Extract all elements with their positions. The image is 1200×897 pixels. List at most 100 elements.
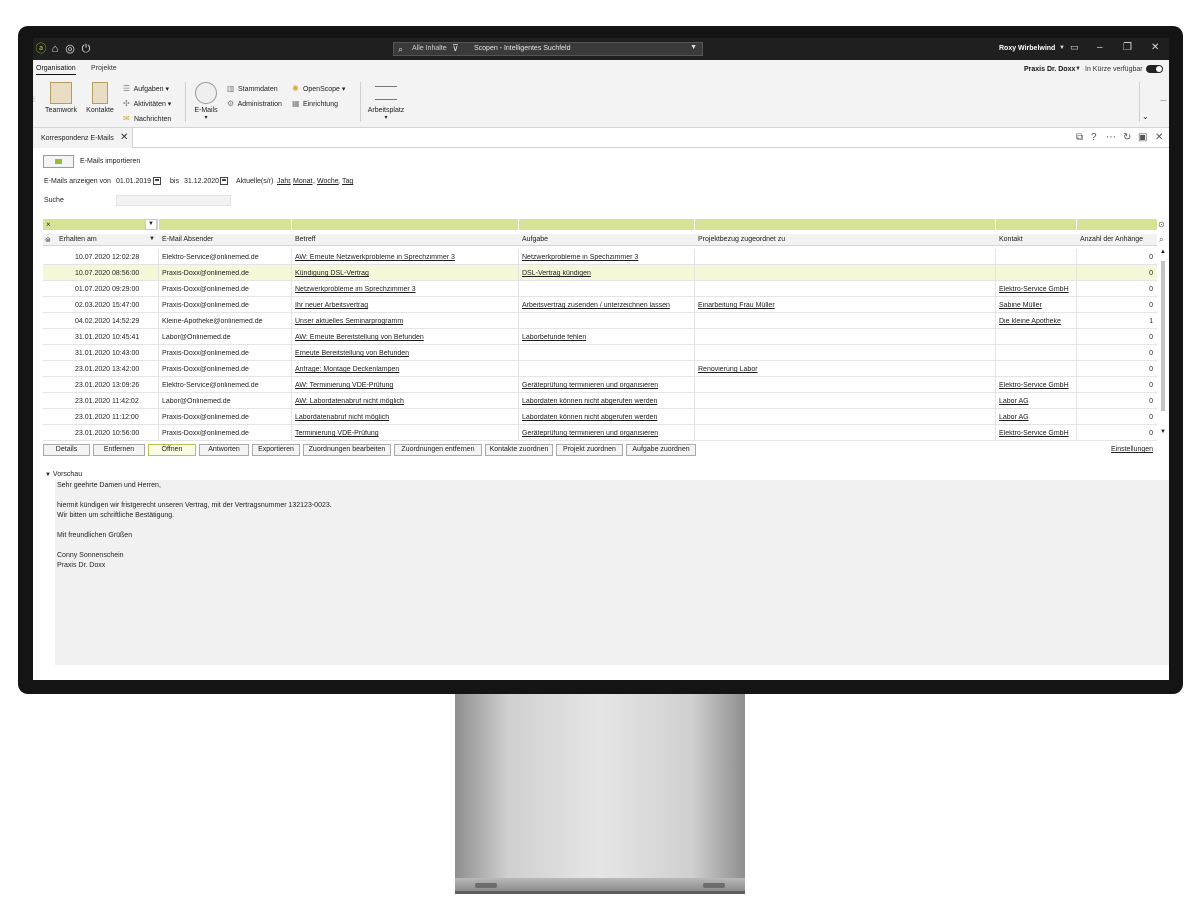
kontakte-button[interactable]: Kontakte [85,82,115,114]
grid-scrollbar[interactable]: ▲ ▼ [1159,249,1167,441]
refresh-icon[interactable]: ↻ [1123,132,1131,143]
restore-icon[interactable]: ❐ [1123,42,1132,53]
column-header-attachments[interactable]: Anzahl der Anhänge [1080,236,1143,243]
column-header-sender[interactable]: E-Mail Absender [162,236,213,243]
search-scope[interactable]: Alle Inhalte [412,45,447,52]
grid-search-input[interactable] [116,195,231,206]
calendar-icon[interactable] [153,177,161,185]
from-date-field[interactable]: 01.01.2019 [116,178,151,185]
help-ring-icon[interactable]: ◎ [64,43,76,55]
print-icon[interactable]: ⊜ [45,236,51,244]
column-header-task[interactable]: Aufgabe [522,236,548,243]
period-day-link[interactable]: Tag [342,178,353,185]
administration-button[interactable]: ⚙ Administration [227,99,282,108]
chevron-down-icon[interactable]: ▼ [690,44,697,51]
clear-filter-icon[interactable]: × [46,220,51,229]
column-header-project[interactable]: Projektbezug zugeordnet zu [698,236,785,243]
close-view-icon[interactable]: ✕ [1155,132,1163,143]
power-icon[interactable]: ⏻ [80,43,92,55]
table-row[interactable]: 23.01.2020 13:42:00 Praxis-Doxx@onlineme… [43,361,1157,377]
cell-subject-link[interactable]: Terminierung VDE-Prüfung [295,430,515,437]
assign-project-button[interactable]: Projekt zuordnen [556,444,623,456]
scrollbar-thumb[interactable] [1161,261,1165,411]
table-row[interactable]: 02.03.2020 15:47:00 Praxis-Doxx@onlineme… [43,297,1157,313]
to-date-field[interactable]: 31.12.2020 [184,178,219,185]
details-button[interactable]: Details [43,444,90,456]
period-month-link[interactable]: Monat [293,178,312,185]
aufgaben-button[interactable]: ☰ Aufgaben ▾ [123,84,169,93]
cell-task-link[interactable]: DSL-Vertrag kündigen [522,270,692,277]
cell-contact-link[interactable]: Die kleine Apotheke [999,318,1074,325]
app-logo-icon[interactable]: ⓐ [35,43,47,55]
tab-korrespondenz-emails[interactable]: Korrespondenz E-Mails ✕ [33,128,133,148]
assign-task-button[interactable]: Aufgabe zuordnen [626,444,696,456]
bag-icon[interactable]: ⌂ [49,43,61,55]
settings-link[interactable]: Einstellungen [1111,446,1153,453]
cell-task-link[interactable]: Arbeitsvertrag zusenden / unterzeichnen … [522,302,692,309]
practice-dropdown-icon[interactable]: ▼ [1075,66,1081,72]
grid-settings-icon[interactable]: ⊙ [1158,220,1165,229]
help-icon[interactable]: ? [1091,132,1097,143]
grid-search-icon[interactable]: ⌕ [1159,235,1163,245]
close-window-icon[interactable]: ✕ [1151,42,1159,53]
table-row[interactable]: 04.02.2020 14:52:29 Kleine-Apotheke@onli… [43,313,1157,329]
cell-subject-link[interactable]: Unser aktuelles Seminarprogramm [295,318,515,325]
tab-organisation[interactable]: Organisation [36,65,76,75]
column-header-subject[interactable]: Betreff [295,236,316,243]
minimize-icon[interactable]: – [1097,42,1103,53]
table-row[interactable]: 31.01.2020 10:43:00 Praxis-Doxx@onlineme… [43,345,1157,361]
tab-projekte[interactable]: Projekte [91,65,117,72]
cell-task-link[interactable]: Netzwerkprobleme in Spechzimmer 3 [522,254,692,261]
export-button[interactable]: Exportieren [252,444,300,456]
period-week-link[interactable]: Woche [317,178,339,185]
table-row[interactable]: 01.07.2020 09:29:00 Praxis-Doxx@onlineme… [43,281,1157,297]
scope-search-box[interactable]: ⌕ Alle Inhalte ⊽ Scopen - Intelligentes … [393,42,703,56]
cell-subject-link[interactable]: AW: Terminierung VDE-Prüfung [295,382,515,389]
table-row[interactable]: 10.07.2020 12:02:28 Elektro-Service@onli… [43,249,1157,265]
einrichtung-button[interactable]: ▦ Einrichtung [292,99,338,108]
coming-soon-toggle[interactable] [1146,65,1163,73]
table-row[interactable]: 23.01.2020 13:09:26 Elektro-Service@onli… [43,377,1157,393]
assign-contacts-button[interactable]: Kontakte zuordnen [485,444,553,456]
cell-contact-link[interactable]: Labor AG [999,414,1074,421]
reply-button[interactable]: Antworten [199,444,249,456]
cell-subject-link[interactable]: Labordatenabruf nicht möglich [295,414,515,421]
grid-filter-row[interactable]: × ▼ [43,219,1157,230]
cell-project-link[interactable]: Einarbeitung Frau Müller [698,302,988,309]
cell-subject-link[interactable]: Ihr neuer Arbeitsvertrag [295,302,515,309]
filter-icon[interactable]: ⊽ [452,43,459,54]
open-button[interactable]: Öffnen [148,444,196,456]
openscope-button[interactable]: ✺ OpenScope ▾ [292,84,345,93]
scroll-up-icon[interactable]: ▲ [1160,249,1166,255]
practice-selector[interactable]: Praxis Dr. Doxx [1024,66,1075,73]
remove-assignments-button[interactable]: Zuordnungen entfernen [394,444,482,456]
ribbon-side-handle-icon[interactable]: ⁓ [1160,97,1167,105]
save-icon[interactable]: ▣ [1138,132,1147,143]
table-row[interactable]: 10.07.2020 08:56:00 Praxis-Doxx@onlineme… [43,265,1157,281]
table-row[interactable]: 23.01.2020 11:12:00 Praxis-Doxx@onlineme… [43,409,1157,425]
cell-subject-link[interactable]: Netzwerkprobleme im Sprechzimmer 3 [295,286,515,293]
teamwork-button[interactable]: Teamwork [43,82,79,114]
stammdaten-button[interactable]: ▥ Stammdaten [227,84,278,93]
window-layout-icon[interactable]: ▭ [1070,42,1079,53]
cell-subject-link[interactable]: AW: Labordatenabruf nicht möglich [295,398,515,405]
emails-button[interactable]: E-Mails ▾ [191,82,221,121]
cell-contact-link[interactable]: Elektro-Service GmbH [999,430,1074,437]
filter-dropdown-icon[interactable]: ▼ [145,219,157,230]
column-header-contact[interactable]: Kontakt [999,236,1023,243]
cell-contact-link[interactable]: Labor AG [999,398,1074,405]
cell-project-link[interactable]: Renovierung Labor [698,366,988,373]
cell-contact-link[interactable]: Elektro-Service GmbH [999,286,1074,293]
collapse-preview-icon[interactable]: ▼ [45,472,51,478]
cell-subject-link[interactable]: AW: Erneute Bereitstellung von Befunden [295,334,515,341]
cell-subject-link[interactable]: Kündigung DSL-Vertrag [295,270,515,277]
sort-desc-icon[interactable]: ▼ [149,236,155,242]
column-header-received[interactable]: Erhalten am [59,236,97,243]
user-dropdown-icon[interactable]: ▼ [1059,45,1065,51]
table-row[interactable]: 23.01.2020 11:42:02 Labor@Onlinemed.de A… [43,393,1157,409]
cell-subject-link[interactable]: Erneute Bereitstellung von Befunden [295,350,515,357]
cell-contact-link[interactable]: Elektro-Service GmbH [999,382,1074,389]
nachrichten-button[interactable]: ✉ Nachrichten [123,114,171,123]
table-row[interactable]: 23.01.2020 10:56:00 Praxis-Doxx@onlineme… [43,425,1157,441]
import-emails-button[interactable] [43,155,74,168]
